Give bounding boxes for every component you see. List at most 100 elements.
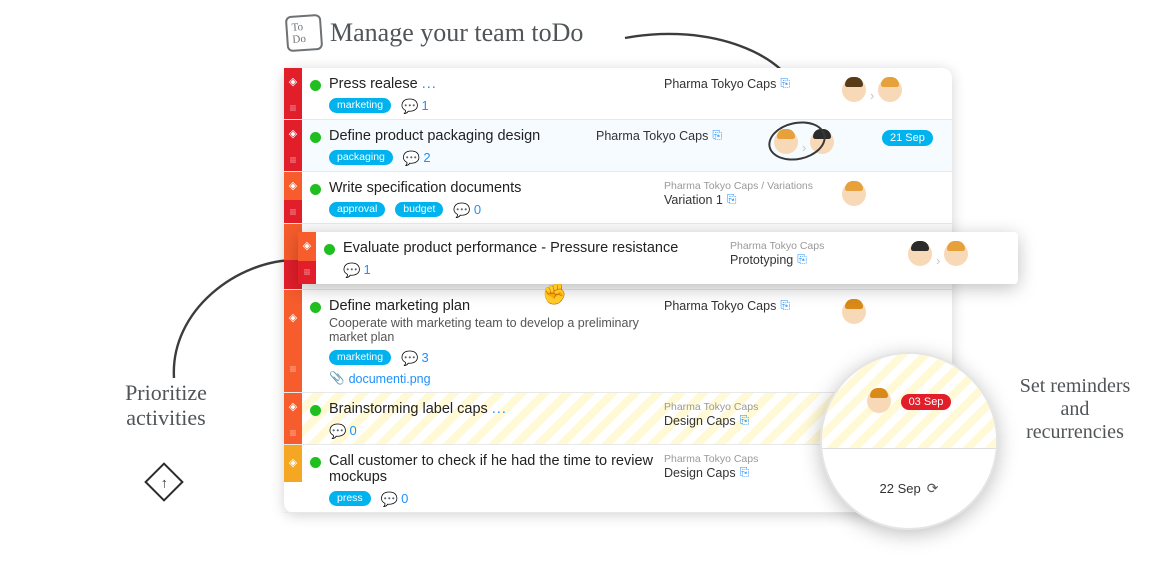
task-row-dragging[interactable]: ◈ ≡ Evaluate product performance - Press… bbox=[298, 232, 1018, 284]
comment-icon: 💬 bbox=[329, 424, 346, 438]
status-dot[interactable] bbox=[310, 457, 321, 468]
priority-gutter[interactable]: ◈ ≡ bbox=[298, 232, 316, 284]
priority-gutter[interactable]: ◈ ≡ bbox=[284, 290, 302, 392]
drag-handle-icon[interactable]: ≡ bbox=[303, 266, 310, 278]
task-title[interactable]: Evaluate product performance - Pressure … bbox=[343, 240, 722, 256]
drag-handle-icon[interactable]: ≡ bbox=[289, 154, 296, 166]
comments-count[interactable]: 💬0 bbox=[453, 202, 481, 217]
comments-count[interactable]: 💬1 bbox=[401, 98, 429, 113]
grab-cursor-icon: ✊ bbox=[542, 282, 567, 307]
avatar[interactable] bbox=[842, 300, 866, 324]
paperclip-icon: 📎 bbox=[329, 371, 345, 386]
drag-handle-icon[interactable]: ≡ bbox=[289, 363, 296, 375]
avatar[interactable] bbox=[878, 78, 902, 102]
comments-count[interactable]: 💬2 bbox=[403, 150, 431, 165]
project-link[interactable]: Pharma Tokyo Caps bbox=[664, 77, 776, 91]
tag-pill[interactable]: packaging bbox=[329, 150, 393, 165]
task-title[interactable]: Brainstorming label caps ... bbox=[329, 401, 656, 417]
status-dot[interactable] bbox=[310, 184, 321, 195]
avatar bbox=[867, 389, 891, 413]
tag-pill[interactable]: marketing bbox=[329, 350, 391, 365]
comment-icon: 💬 bbox=[453, 203, 470, 217]
more-icon: ... bbox=[492, 401, 507, 417]
task-row[interactable]: ◈ ≡ Define product packaging design pack… bbox=[284, 120, 952, 172]
tag-pill[interactable]: budget bbox=[395, 202, 443, 217]
priority-gutter[interactable]: ◈ ≡ bbox=[284, 120, 302, 171]
link-icon: ⎘ bbox=[727, 192, 737, 207]
priority-up-icon: ◈ bbox=[289, 458, 297, 469]
due-date-pill[interactable]: 03 Sep bbox=[901, 394, 952, 410]
priority-up-icon: ◈ bbox=[289, 181, 297, 192]
assignees[interactable]: › bbox=[842, 76, 942, 113]
task-title[interactable]: Define marketing plan bbox=[329, 298, 656, 314]
link-icon: ⎘ bbox=[712, 128, 722, 143]
drag-handle-icon[interactable]: ≡ bbox=[289, 102, 296, 114]
task-row[interactable]: ◈ ≡ Write specification documents approv… bbox=[284, 172, 952, 224]
task-title[interactable]: Define product packaging design bbox=[329, 128, 588, 144]
todo-logo: To Do bbox=[285, 14, 323, 52]
zoom-lens: 03 Sep 22 Sep ⟳ bbox=[820, 352, 998, 530]
tag-pill[interactable]: marketing bbox=[329, 98, 391, 113]
tag-pill[interactable]: approval bbox=[329, 202, 385, 217]
annotation-title: Manage your team toDo bbox=[330, 18, 583, 48]
project-path: Pharma Tokyo Caps bbox=[664, 453, 834, 465]
more-icon: ... bbox=[422, 76, 437, 92]
recurrence-icon[interactable]: ⟳ bbox=[927, 480, 939, 497]
priority-up-icon: ◈ bbox=[289, 129, 297, 140]
status-dot[interactable] bbox=[324, 244, 335, 255]
project-link[interactable]: Design Caps bbox=[664, 466, 736, 480]
assignees[interactable]: › bbox=[774, 128, 874, 165]
link-icon: ⎘ bbox=[797, 252, 807, 267]
priority-gutter[interactable]: ◈ ≡ bbox=[284, 393, 302, 444]
project-link[interactable]: Variation 1 bbox=[664, 193, 723, 207]
task-title[interactable]: Write specification documents bbox=[329, 180, 656, 196]
project-link[interactable]: Pharma Tokyo Caps bbox=[596, 129, 708, 143]
status-dot[interactable] bbox=[310, 405, 321, 416]
priority-gutter[interactable]: ◈ bbox=[284, 445, 302, 512]
avatar[interactable] bbox=[944, 242, 968, 266]
priority-up-icon: ◈ bbox=[289, 77, 297, 88]
recurrence-date: 22 Sep bbox=[880, 481, 921, 496]
comments-count[interactable]: 💬0 bbox=[329, 423, 357, 438]
priority-up-icon: ◈ bbox=[289, 402, 297, 413]
link-icon: ⎘ bbox=[740, 465, 750, 480]
project-path: Pharma Tokyo Caps / Variations bbox=[664, 180, 834, 192]
link-icon: ⎘ bbox=[780, 298, 790, 313]
status-dot[interactable] bbox=[310, 302, 321, 313]
avatar[interactable] bbox=[908, 242, 932, 266]
comment-icon: 💬 bbox=[401, 351, 418, 365]
link-icon: ⎘ bbox=[780, 76, 790, 91]
priority-up-icon: ◈ bbox=[289, 313, 297, 324]
drag-handle-icon[interactable]: ≡ bbox=[289, 206, 296, 218]
annotation-reminders: Set reminders and recurrencies bbox=[1010, 375, 1140, 444]
annotation-circle bbox=[765, 116, 830, 165]
assignees[interactable]: › bbox=[908, 240, 1008, 278]
tag-pill[interactable]: press bbox=[329, 491, 371, 506]
link-icon: ⎘ bbox=[740, 413, 750, 428]
comments-count[interactable]: 💬0 bbox=[381, 491, 409, 506]
status-dot[interactable] bbox=[310, 132, 321, 143]
priority-up-icon: ◈ bbox=[303, 241, 311, 252]
avatar[interactable] bbox=[842, 182, 866, 206]
priority-gutter[interactable]: ◈ ≡ bbox=[284, 68, 302, 119]
project-link[interactable]: Pharma Tokyo Caps bbox=[664, 299, 776, 313]
comments-count[interactable]: 💬1 bbox=[343, 262, 371, 277]
status-dot[interactable] bbox=[310, 80, 321, 91]
assignees[interactable] bbox=[842, 180, 942, 217]
attachment-link[interactable]: 📎documenti.png bbox=[329, 371, 431, 386]
project-link[interactable]: Design Caps bbox=[664, 414, 736, 428]
due-date-pill[interactable]: 21 Sep bbox=[882, 130, 933, 146]
task-title[interactable]: Press realese ... bbox=[329, 76, 656, 92]
priority-gutter[interactable]: ◈ ≡ bbox=[284, 172, 302, 223]
comment-icon: 💬 bbox=[343, 263, 360, 277]
comment-icon: 💬 bbox=[381, 492, 398, 506]
drag-handle-icon[interactable]: ≡ bbox=[289, 427, 296, 439]
project-link[interactable]: Prototyping bbox=[730, 253, 793, 267]
project-path: Pharma Tokyo Caps bbox=[730, 240, 900, 252]
avatar[interactable] bbox=[842, 78, 866, 102]
comments-count[interactable]: 💬3 bbox=[401, 350, 429, 365]
task-title[interactable]: Call customer to check if he had the tim… bbox=[329, 453, 656, 485]
task-subtitle: Cooperate with marketing team to develop… bbox=[329, 316, 656, 344]
task-row[interactable]: ◈ ≡ Press realese ... marketing 💬1 Pharm… bbox=[284, 68, 952, 120]
comment-icon: 💬 bbox=[401, 99, 418, 113]
